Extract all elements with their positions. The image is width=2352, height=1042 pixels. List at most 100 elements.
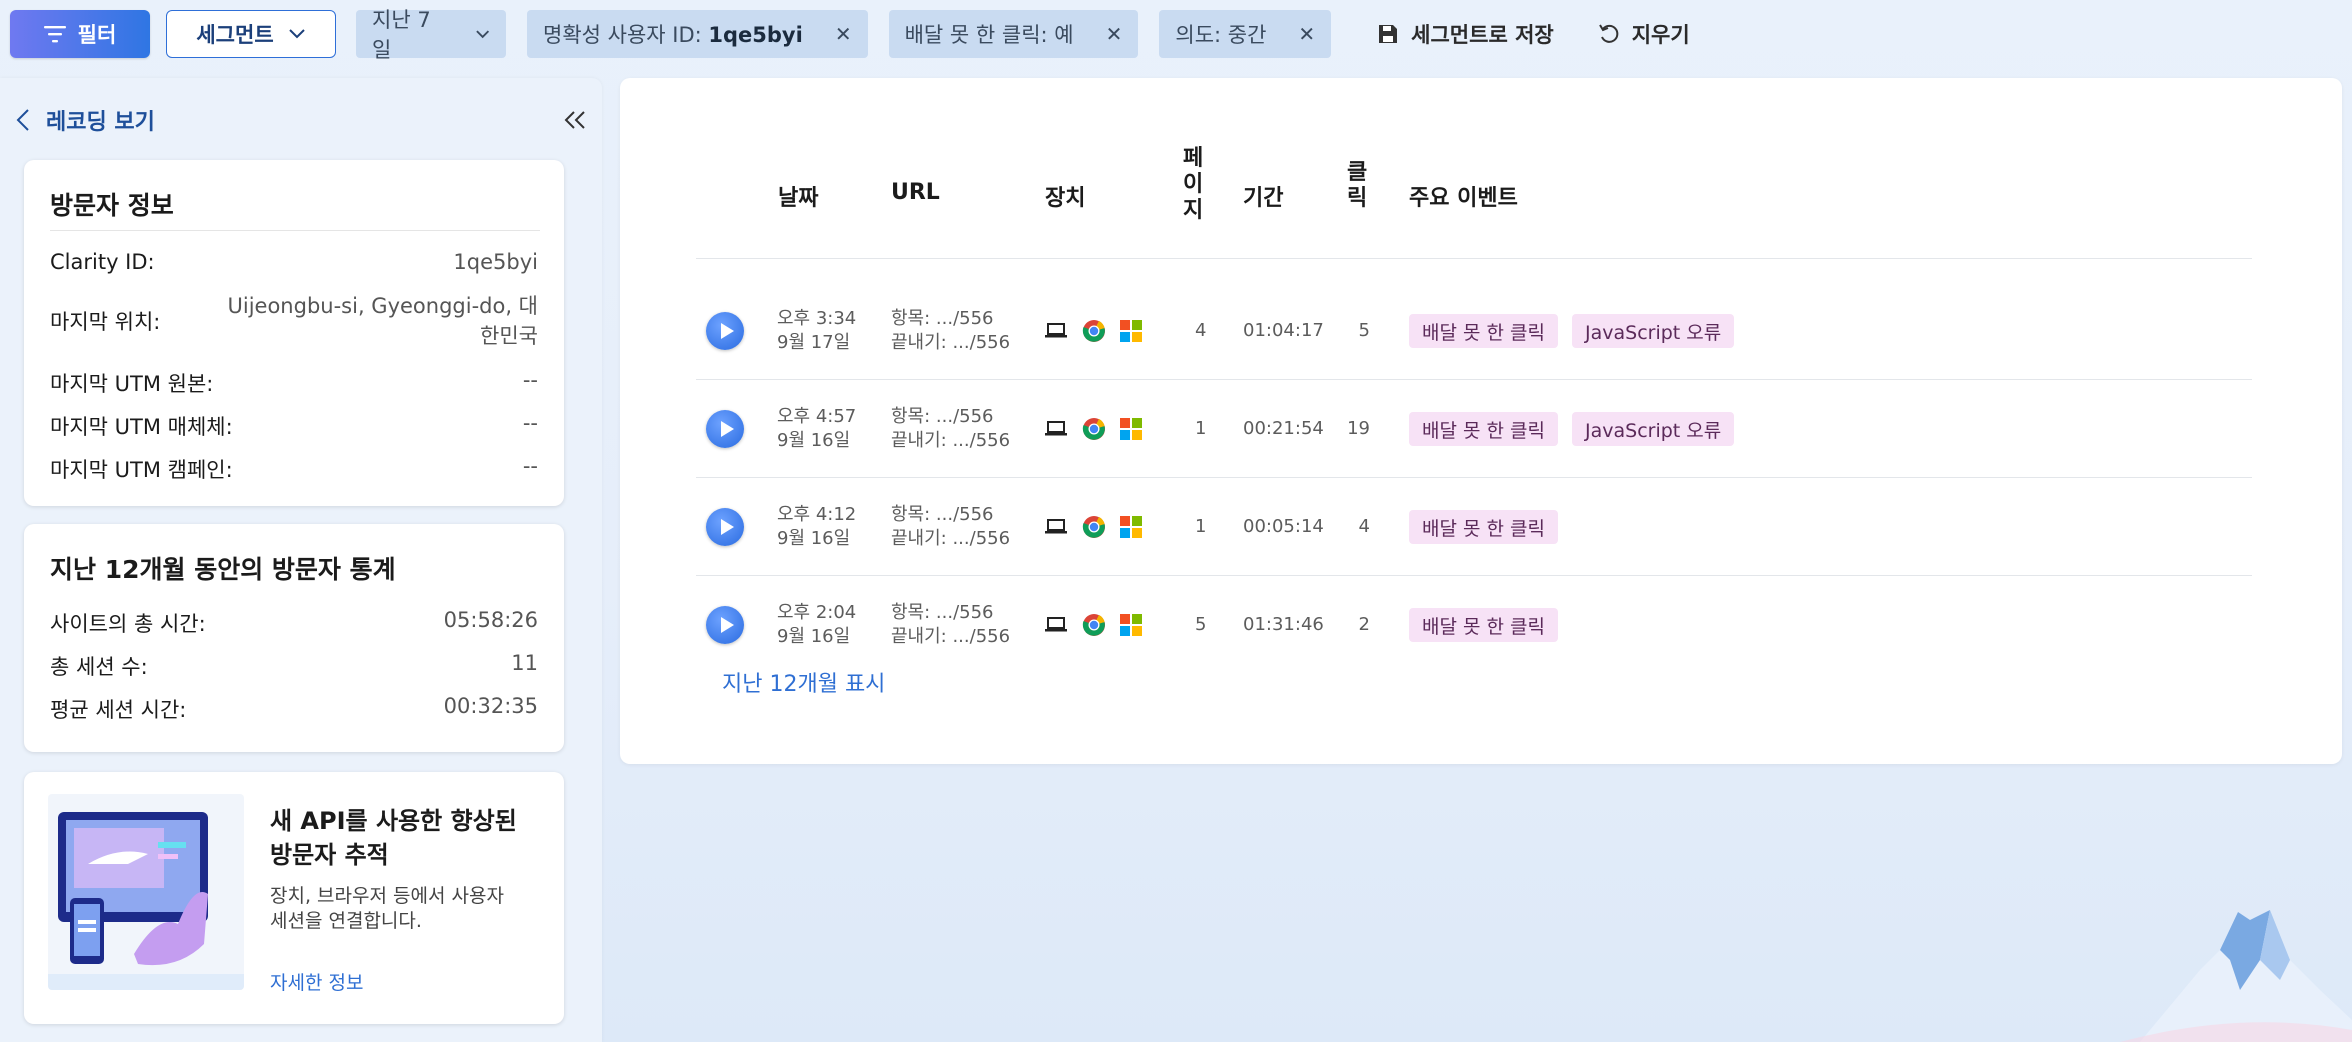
recording-pages: 1 xyxy=(1195,516,1207,537)
recordings-panel: 날짜 URL 장치 페이지 기간 클릭 주요 이벤트 오후 3:34 9월 17일… xyxy=(620,78,2342,764)
col-header-device[interactable]: 장치 xyxy=(1045,180,1085,212)
chevron-down-icon xyxy=(475,30,489,39)
divider xyxy=(696,379,2252,380)
dead-click-chip-text: 배달 못 한 클릭: 예 xyxy=(904,23,1074,47)
windows-icon xyxy=(1120,614,1142,636)
info-row-location: 마지막 위치: Uijeongbu-si, Gyeonggi-do, 대 한민국 xyxy=(50,294,538,348)
iceberg-illustration xyxy=(2120,910,2352,1042)
chevron-left-icon xyxy=(16,109,29,131)
back-label: 레코딩 보기 xyxy=(46,110,155,135)
close-icon[interactable]: ✕ xyxy=(1298,22,1315,46)
stats-row-avg-session: 평균 세션 시간: 00:32:35 xyxy=(50,694,538,722)
device-sync-illustration xyxy=(48,812,244,990)
promo-description: 장치, 브라우저 등에서 사용자 세션을 연결합니다. xyxy=(270,885,504,932)
clear-label: 지우기 xyxy=(1631,23,1690,47)
laptop-icon xyxy=(1045,519,1067,534)
windows-icon xyxy=(1120,418,1142,440)
play-recording-button[interactable] xyxy=(706,606,744,644)
col-header-date[interactable]: 날짜 xyxy=(778,180,818,212)
visitor-stats-title: 지난 12개월 동안의 방문자 통계 xyxy=(50,555,396,584)
divider xyxy=(696,477,2252,478)
filter-icon xyxy=(43,26,66,43)
intent-chip[interactable]: 의도: 중간 ✕ xyxy=(1159,10,1332,58)
recording-pages: 5 xyxy=(1195,614,1207,635)
save-as-segment-label: 세그먼트로 저장 xyxy=(1411,23,1554,47)
recording-urls[interactable]: 항목: .../556 끝내기: .../556 xyxy=(891,307,1010,355)
recording-urls[interactable]: 항목: .../556 끝내기: .../556 xyxy=(891,503,1010,551)
col-header-top-events: 주요 이벤트 xyxy=(1409,186,1518,211)
info-row-clarity-id: Clarity ID: 1qe5byi xyxy=(50,250,538,274)
event-tag[interactable]: 배달 못 한 클릭 xyxy=(1409,608,1558,642)
filter-button[interactable]: 필터 xyxy=(10,10,150,58)
laptop-icon xyxy=(1045,617,1067,632)
clear-button[interactable]: 지우기 xyxy=(1598,19,1690,49)
play-recording-button[interactable] xyxy=(706,312,744,350)
back-to-recordings-link[interactable]: 레코딩 보기 xyxy=(16,104,155,136)
close-icon[interactable]: ✕ xyxy=(835,22,852,46)
promo-card: 새 API를 사용한 향상된 방문자 추적 장치, 브라우저 등에서 사용자 세션을… xyxy=(24,772,564,1024)
info-row-utm-medium: 마지막 UTM 매체체: -- xyxy=(50,411,538,439)
col-header-duration[interactable]: 기간 xyxy=(1243,180,1283,212)
info-row-utm-source: 마지막 UTM 원본: -- xyxy=(50,368,538,396)
visitor-info-title: 방문자 정보 xyxy=(50,191,174,220)
chrome-icon xyxy=(1082,516,1105,538)
filter-toolbar: 필터 세그먼트 지난 7일 명확성 사용자 ID: 1qe5byi ✕ 배달 못… xyxy=(0,0,2352,68)
recording-datetime: 오후 2:04 9월 16일 xyxy=(777,602,857,647)
info-row-utm-campaign: 마지막 UTM 캠페인: -- xyxy=(50,454,538,482)
windows-icon xyxy=(1120,320,1142,342)
recording-pages: 4 xyxy=(1195,320,1207,341)
recording-duration: 00:05:14 xyxy=(1243,516,1324,537)
windows-icon xyxy=(1120,516,1142,538)
show-last-12-months-link[interactable]: 지난 12개월 표시 xyxy=(722,666,885,698)
sidebar-header: 레코딩 보기 xyxy=(16,102,585,138)
stats-row-session-count: 총 세션 수: 11 xyxy=(50,651,538,679)
recording-clicks: 4 xyxy=(1358,516,1370,537)
visitor-stats-card: 지난 12개월 동안의 방문자 통계 사이트의 총 시간: 05:58:26 총… xyxy=(24,524,564,752)
promo-illustration xyxy=(48,794,244,990)
segment-dropdown[interactable]: 세그먼트 xyxy=(166,10,336,58)
play-recording-button[interactable] xyxy=(706,508,744,546)
chrome-icon xyxy=(1082,418,1105,440)
laptop-icon xyxy=(1045,323,1067,338)
recording-urls[interactable]: 항목: .../556 끝내기: .../556 xyxy=(891,405,1010,453)
event-tag[interactable]: JavaScript 오류 xyxy=(1572,314,1735,348)
divider xyxy=(696,258,2252,259)
learn-more-link[interactable]: 자세한 정보 xyxy=(270,968,363,995)
recording-urls[interactable]: 항목: .../556 끝내기: .../556 xyxy=(891,601,1010,649)
close-icon[interactable]: ✕ xyxy=(1106,22,1123,46)
promo-title: 새 API를 사용한 향상된 방문자 추적 xyxy=(270,807,517,869)
recording-pages: 1 xyxy=(1195,418,1207,439)
dead-click-chip[interactable]: 배달 못 한 클릭: 예 ✕ xyxy=(888,10,1139,58)
visitor-sidebar: 레코딩 보기 방문자 정보 Clarity ID: 1qe5byi 마지막 위치… xyxy=(0,78,602,1042)
stats-row-total-time: 사이트의 총 시간: 05:58:26 xyxy=(50,608,538,636)
recording-clicks: 2 xyxy=(1358,614,1370,635)
visitor-info-card: 방문자 정보 Clarity ID: 1qe5byi 마지막 위치: Uijeo… xyxy=(24,160,564,506)
recording-duration: 01:31:46 xyxy=(1243,614,1324,635)
recording-datetime: 오후 4:12 9월 16일 xyxy=(777,504,857,549)
date-range-chip[interactable]: 지난 7일 xyxy=(356,8,506,62)
col-header-url[interactable]: URL xyxy=(891,180,940,205)
chrome-icon xyxy=(1082,320,1105,342)
user-id-chip[interactable]: 명확성 사용자 ID: 1qe5byi ✕ xyxy=(527,10,868,58)
segment-label: 세그먼트 xyxy=(196,23,274,47)
event-tag[interactable]: 배달 못 한 클릭 xyxy=(1409,412,1558,446)
divider xyxy=(50,230,540,231)
save-icon xyxy=(1379,25,1398,43)
event-tag[interactable]: 배달 못 한 클릭 xyxy=(1409,314,1558,348)
divider xyxy=(696,575,2252,576)
undo-icon xyxy=(1598,24,1619,43)
collapse-double-chevron-icon[interactable] xyxy=(564,110,586,130)
user-id-chip-text: 명확성 사용자 ID: 1qe5byi xyxy=(543,23,803,47)
chrome-icon xyxy=(1082,614,1105,636)
col-header-clicks[interactable]: 클릭 xyxy=(1347,160,1367,212)
recording-clicks: 19 xyxy=(1347,418,1370,439)
save-as-segment-button[interactable]: 세그먼트로 저장 xyxy=(1377,19,1554,49)
play-recording-button[interactable] xyxy=(706,410,744,448)
event-tag[interactable]: JavaScript 오류 xyxy=(1572,412,1735,446)
event-tag[interactable]: 배달 못 한 클릭 xyxy=(1409,510,1558,544)
chevron-down-icon xyxy=(288,29,305,39)
col-header-pages[interactable]: 페이지 xyxy=(1183,146,1203,224)
recording-clicks: 5 xyxy=(1358,320,1370,341)
recording-datetime: 오후 4:57 9월 16일 xyxy=(777,406,857,451)
laptop-icon xyxy=(1045,421,1067,436)
